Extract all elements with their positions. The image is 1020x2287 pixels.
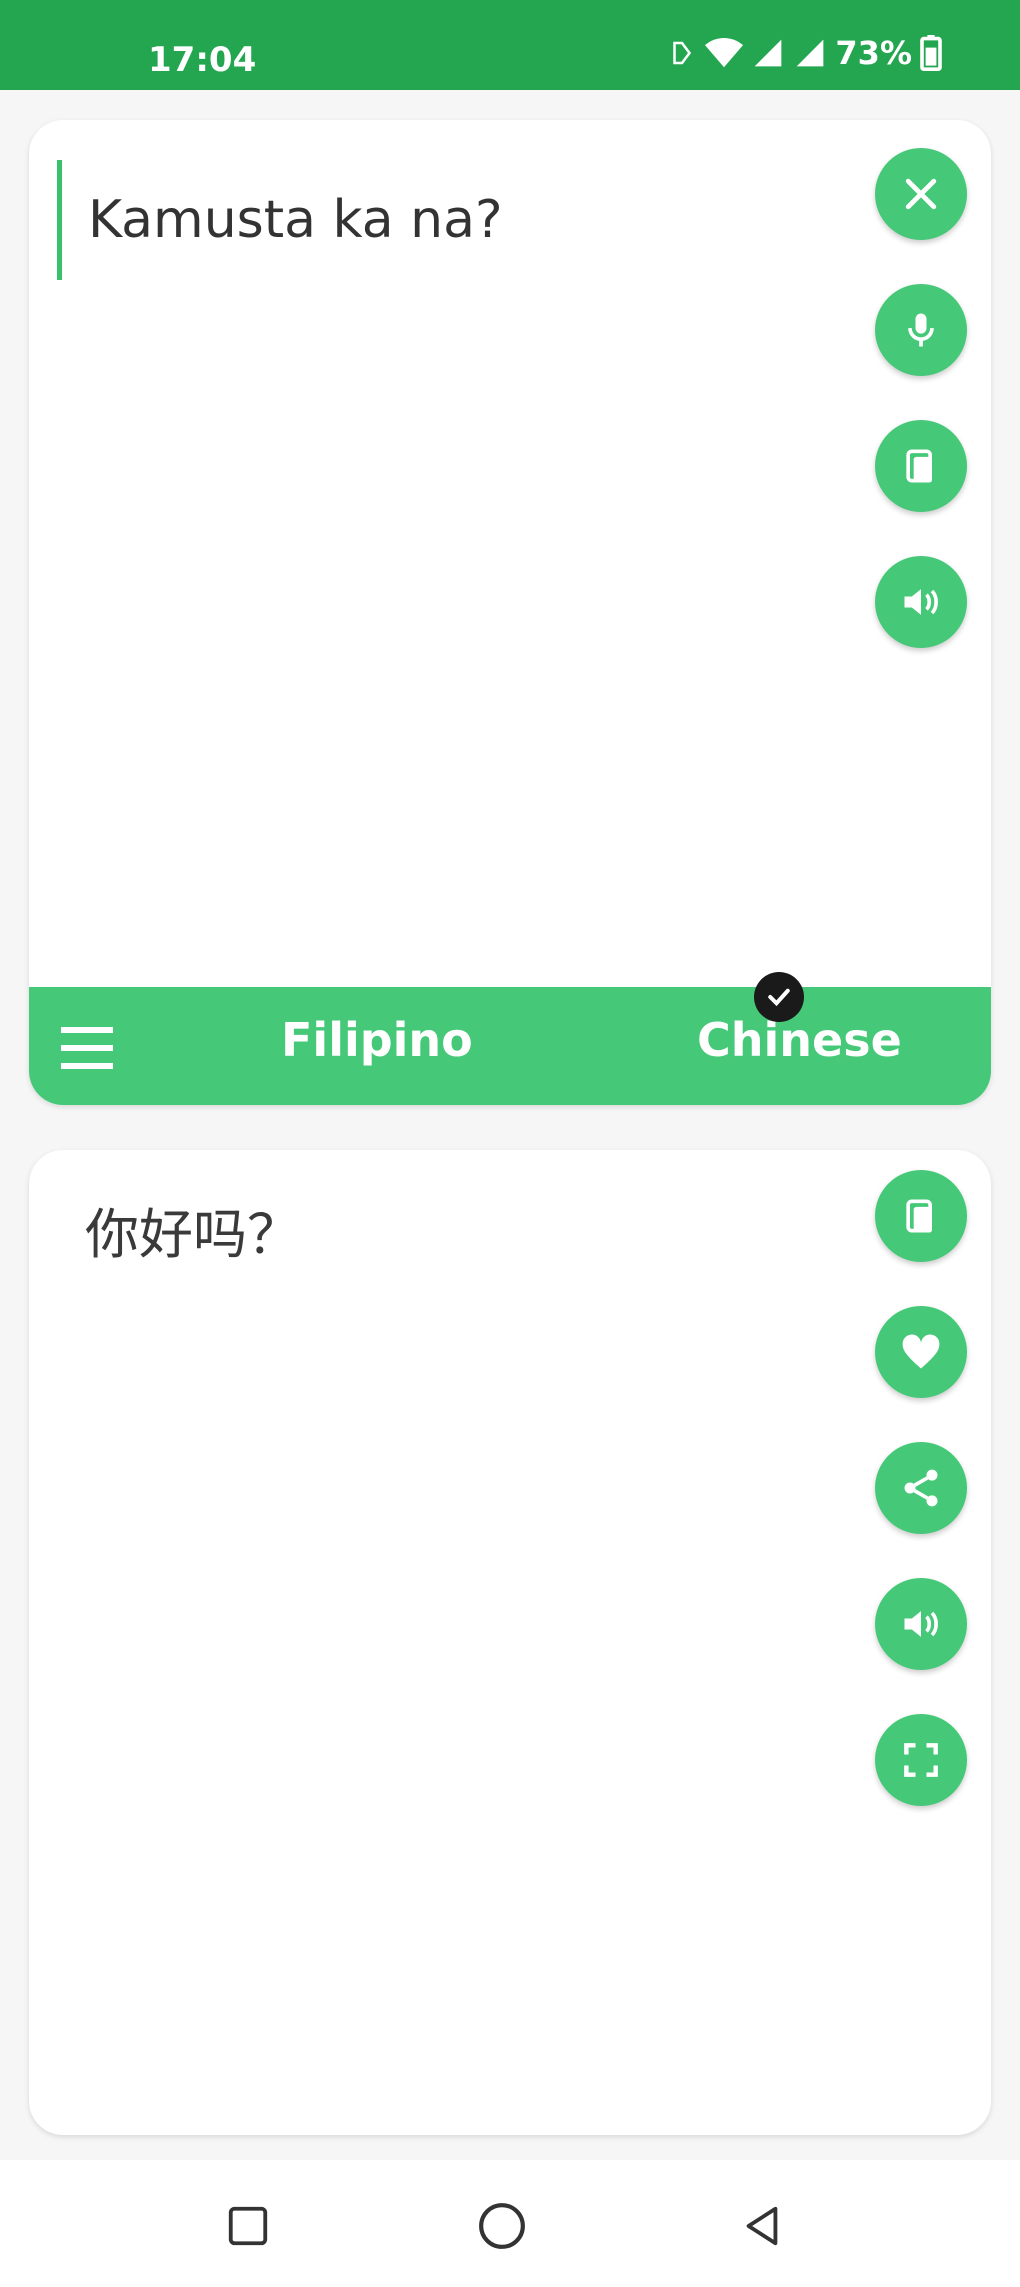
clear-button[interactable] — [875, 148, 967, 240]
result-card: 你好吗？ — [29, 1150, 991, 2135]
status-time: 17:04 — [148, 40, 257, 80]
battery-icon — [920, 35, 942, 71]
signal-icon — [755, 39, 782, 67]
menu-icon[interactable] — [57, 1023, 117, 1073]
square-icon — [228, 2206, 268, 2246]
target-language-selector[interactable]: Chinese — [697, 1013, 902, 1067]
speak-result-button[interactable] — [875, 1578, 967, 1670]
source-text-input[interactable] — [57, 160, 888, 280]
translated-text: 你好吗？ — [85, 1203, 301, 1266]
signal-icon-2 — [797, 39, 824, 67]
source-language-selector[interactable]: Filipino — [281, 1013, 473, 1067]
status-icons: 73% — [667, 34, 942, 72]
check-icon — [768, 988, 790, 1007]
wifi-icon — [705, 37, 744, 68]
back-button[interactable] — [732, 2196, 792, 2256]
share-icon — [904, 1469, 938, 1507]
fullscreen-icon — [904, 1743, 938, 1777]
fullscreen-button[interactable] — [875, 1714, 967, 1806]
heart-icon — [902, 1334, 940, 1369]
close-icon — [905, 178, 937, 210]
speak-source-button[interactable] — [875, 556, 967, 648]
battery-percent: 73% — [835, 34, 912, 72]
copy-icon — [906, 1199, 932, 1233]
nfc-icon — [673, 41, 692, 65]
recents-button[interactable] — [218, 2196, 278, 2256]
check-badge — [754, 972, 804, 1022]
favorite-button[interactable] — [875, 1306, 967, 1398]
circle-icon — [479, 2203, 525, 2249]
microphone-button[interactable] — [875, 284, 967, 376]
paste-button[interactable] — [875, 420, 967, 512]
language-bar: Filipino Chinese — [29, 987, 991, 1105]
microphone-icon — [908, 313, 934, 347]
source-card: Filipino Chinese — [29, 120, 991, 1105]
speaker-icon — [904, 589, 938, 615]
system-navigation-bar — [0, 2160, 1020, 2287]
clipboard-icon — [906, 449, 932, 483]
home-button[interactable] — [472, 2196, 532, 2256]
back-triangle-icon — [746, 2206, 778, 2246]
status-bar: 17:04 73% — [0, 0, 1020, 90]
share-button[interactable] — [875, 1442, 967, 1534]
speaker-icon — [904, 1611, 938, 1637]
copy-button[interactable] — [875, 1170, 967, 1262]
